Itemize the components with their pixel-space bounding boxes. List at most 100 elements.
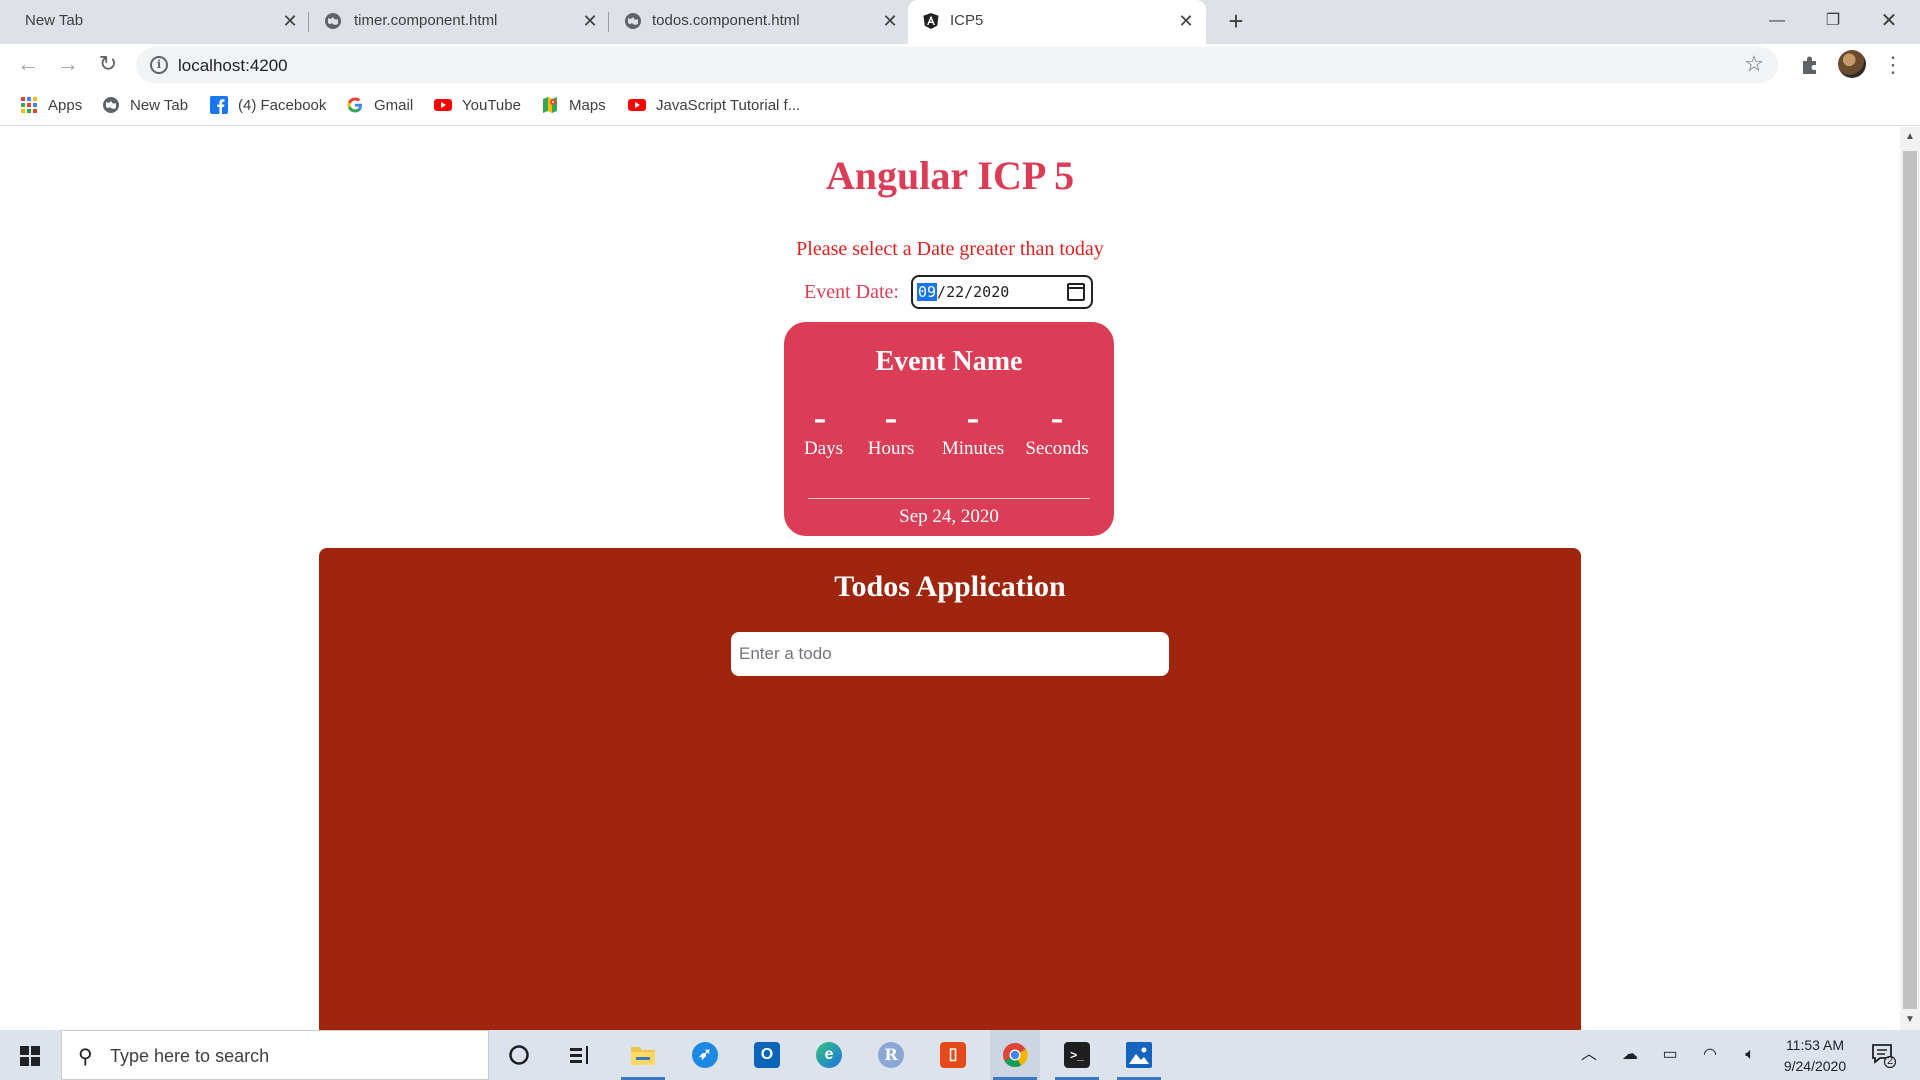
close-icon[interactable]: ✕ [580, 11, 600, 31]
task-view-button[interactable] [555, 1030, 605, 1080]
date-month-segment[interactable]: 09 [916, 283, 938, 301]
window-close-icon[interactable]: ✕ [1866, 6, 1912, 36]
edge-icon: e [816, 1042, 842, 1068]
taskbar-file-explorer[interactable] [618, 1030, 668, 1080]
onedrive-cloud-icon[interactable]: ☁ [1616, 1030, 1644, 1080]
close-icon[interactable]: ✕ [880, 11, 900, 31]
office-icon: ▯ [940, 1042, 966, 1068]
restore-icon[interactable]: ❐ [1810, 6, 1856, 36]
minimize-icon[interactable]: — [1754, 6, 1800, 36]
event-date-row: Event Date: 09 / 22 / 2020 [804, 274, 1093, 310]
globe-icon [103, 97, 119, 113]
date-hint-message: Please select a Date greater than today [796, 238, 1104, 260]
folder-icon [631, 1047, 655, 1065]
tab-new-tab[interactable]: New Tab ✕ [0, 0, 300, 44]
calendar-icon[interactable] [1066, 283, 1085, 301]
timer-minutes-value: - [966, 397, 980, 439]
cortana-button[interactable] [494, 1030, 544, 1080]
bookmark-youtube[interactable]: YouTube [434, 94, 521, 116]
volume-icon[interactable]: 🔈︎ [1736, 1030, 1764, 1080]
task-view-icon [570, 1046, 588, 1064]
maps-icon [543, 97, 557, 113]
event-date-input[interactable]: 09 / 22 / 2020 [910, 275, 1093, 309]
timer-seconds: - Seconds [1022, 398, 1092, 460]
tab-separator [608, 12, 609, 32]
extensions-puzzle-icon[interactable] [1797, 52, 1823, 78]
page-title: Angular ICP 5 [825, 153, 1075, 198]
battery-icon[interactable]: ▭ [1656, 1030, 1684, 1080]
tray-chevron-up-icon[interactable]: ︿ [1576, 1030, 1602, 1080]
todo-input[interactable] [731, 632, 1169, 676]
bookmark-gmail[interactable]: Gmail [346, 94, 413, 116]
bookmarks-bar: Apps New Tab (4) Facebook Gmail YouTube … [0, 84, 1920, 126]
facebook-icon [210, 96, 228, 114]
scrollbar-thumb[interactable] [1903, 151, 1917, 1009]
bookmark-star-icon[interactable]: ☆ [1744, 51, 1764, 77]
date-separator: / [937, 283, 947, 301]
close-icon[interactable]: ✕ [280, 11, 300, 31]
outlook-icon: O [754, 1042, 780, 1068]
notification-center-button[interactable]: 2 [1870, 1042, 1897, 1069]
scroll-down-icon[interactable]: ▼ [1900, 1012, 1920, 1028]
timer-seconds-value: - [1050, 397, 1064, 439]
page-scrollbar[interactable]: ▲ ▼ [1900, 127, 1920, 1030]
bookmark-apps[interactable]: Apps [20, 94, 82, 116]
wifi-icon[interactable]: ◠ [1696, 1030, 1724, 1080]
forward-arrow-icon[interactable]: → [54, 50, 82, 78]
back-arrow-icon[interactable]: ← [14, 50, 42, 78]
taskbar-app-blue[interactable]: ➶ [680, 1030, 730, 1080]
taskbar-clock[interactable]: 11:53 AM 9/24/2020 [1770, 1035, 1860, 1077]
date-day-segment[interactable]: 22 [946, 283, 964, 301]
taskbar-photos[interactable] [1114, 1030, 1164, 1080]
date-year-segment[interactable]: 2020 [973, 283, 1009, 301]
taskbar-chrome[interactable] [990, 1030, 1040, 1080]
event-date-label: Event Date: [804, 280, 899, 303]
start-button[interactable] [0, 1030, 60, 1080]
bookmark-label: Gmail [374, 96, 414, 114]
bookmark-javascript-tutorial[interactable]: JavaScript Tutorial f... [628, 94, 800, 116]
angular-icon [923, 13, 939, 29]
bookmark-label: New Tab [130, 96, 189, 114]
globe-icon [325, 13, 341, 29]
taskbar-office[interactable]: ▯ [928, 1030, 978, 1080]
taskbar-outlook[interactable]: O [742, 1030, 792, 1080]
menu-kebab-icon[interactable]: ⋮ [1880, 52, 1906, 78]
terminal-icon: >_ [1064, 1042, 1090, 1068]
globe-icon [625, 13, 641, 29]
tab-todos-component[interactable]: todos.component.html ✕ [610, 0, 906, 44]
new-tab-button[interactable]: + [1222, 8, 1250, 36]
taskbar-edge[interactable]: e [804, 1030, 854, 1080]
clock-date: 9/24/2020 [1783, 1058, 1847, 1074]
bookmark-maps[interactable]: Maps [541, 94, 606, 116]
close-icon[interactable]: ✕ [1176, 11, 1196, 31]
bookmark-label: JavaScript Tutorial f... [656, 96, 801, 114]
windows-logo-icon [20, 1046, 40, 1066]
scroll-up-icon[interactable]: ▲ [1900, 129, 1920, 145]
page-viewport: Angular ICP 5 Please select a Date great… [0, 127, 1900, 1030]
info-icon[interactable]: i [150, 56, 168, 74]
bookmark-facebook[interactable]: (4) Facebook [210, 94, 326, 116]
taskbar-r-app[interactable]: R [866, 1030, 916, 1080]
timer-minutes-label: Minutes [941, 438, 1005, 459]
tab-strip: New Tab ✕ timer.component.html ✕ todos.c… [0, 0, 1920, 44]
taskbar-terminal[interactable]: >_ [1052, 1030, 1102, 1080]
windows-taskbar: ⚲ Type here to search ➶ O e R ▯ >_ ︿ ☁ ▭… [0, 1030, 1920, 1080]
bookmark-label: (4) Facebook [238, 96, 327, 114]
todos-panel: Todos Application [319, 548, 1581, 1030]
profile-avatar[interactable] [1838, 50, 1866, 78]
todos-title: Todos Application [834, 570, 1066, 603]
browser-toolbar: ← → ↻ i localhost:4200 ☆ ⋮ [0, 44, 1920, 84]
url-text[interactable]: localhost:4200 [178, 56, 288, 76]
tab-title: timer.component.html [354, 12, 498, 29]
reload-icon[interactable]: ↻ [94, 50, 122, 78]
clock-time: 11:53 AM [1785, 1037, 1845, 1053]
timer-days: - Days [804, 398, 843, 460]
bookmark-label: Maps [569, 96, 606, 114]
photos-icon [1126, 1042, 1152, 1068]
tab-icp5[interactable]: ICP5 ✕ [908, 0, 1206, 44]
bookmark-new-tab[interactable]: New Tab [102, 94, 188, 116]
tab-timer-component[interactable]: timer.component.html ✕ [310, 0, 606, 44]
taskbar-search-box[interactable]: ⚲ Type here to search [61, 1030, 489, 1080]
address-bar[interactable]: i localhost:4200 ☆ [136, 47, 1778, 83]
tab-separator [308, 12, 309, 32]
